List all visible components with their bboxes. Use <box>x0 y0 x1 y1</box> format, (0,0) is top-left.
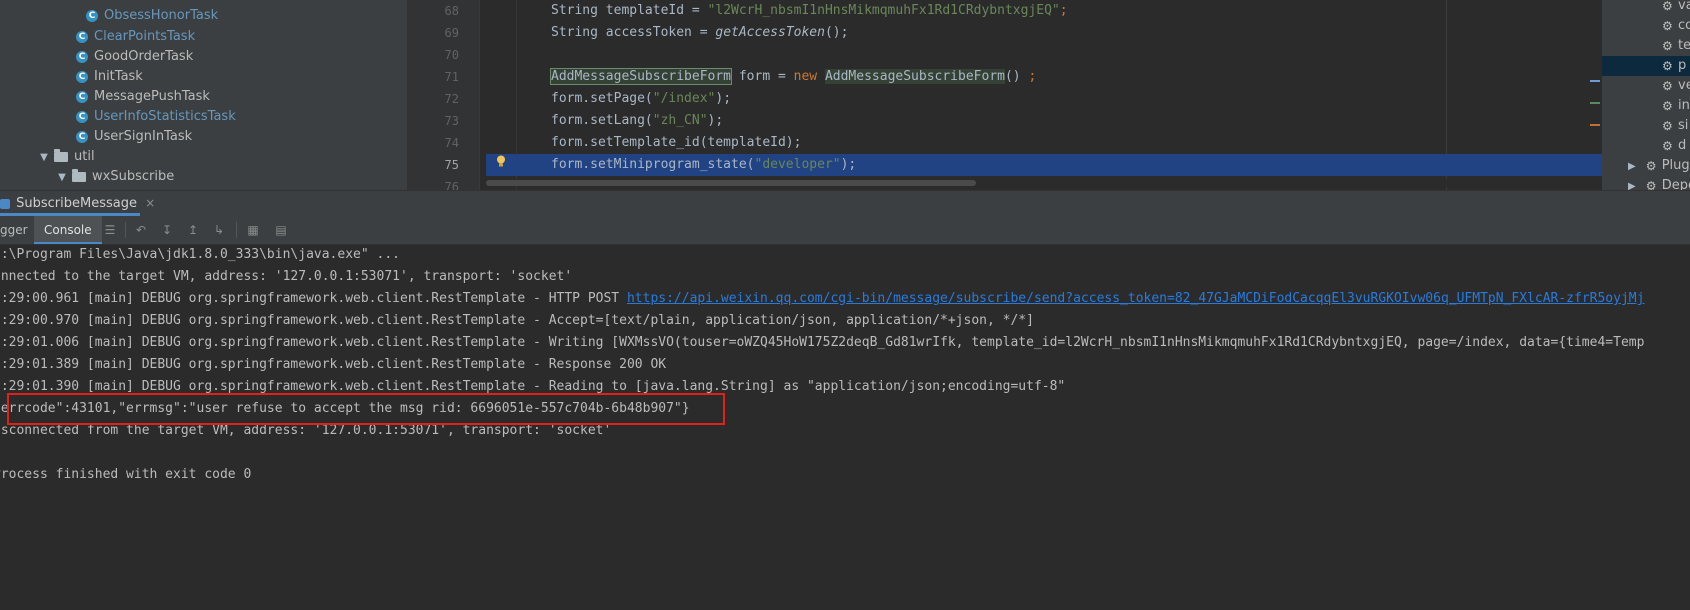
code-line[interactable]: form.setTemplate_id(templateId); <box>551 132 801 154</box>
class-icon: C <box>86 9 98 22</box>
structure-item-plugins[interactable]: ▶⚙Plugi <box>1602 156 1690 176</box>
console-line: 3:29:00.970 [main] DEBUG org.springframe… <box>0 313 1034 328</box>
tab-debugger[interactable]: gger <box>0 216 28 244</box>
line-number: 70 <box>444 48 459 62</box>
close-icon[interactable]: × <box>145 196 155 210</box>
structure-item[interactable]: ⚙ va <box>1602 0 1690 16</box>
line-number: 73 <box>444 114 459 128</box>
chevron-right-icon[interactable]: ▶ <box>1628 181 1636 190</box>
console-output[interactable]: C:\Program Files\Java\jdk1.8.0_333\bin\j… <box>0 245 1690 610</box>
gear-icon: ⚙ <box>1662 58 1673 73</box>
structure-item[interactable]: ⚙ in <box>1602 96 1690 116</box>
tree-item[interactable]: C UserInfoStatisticsTask <box>76 107 236 127</box>
class-icon: C <box>76 50 88 63</box>
structure-panel: ⚙va ⚙co ⚙te ⚙p ⚙ve ⚙in ⚙si ⚙d ▶⚙Plugi ▶⚙… <box>1602 0 1690 190</box>
chevron-right-icon[interactable]: ▶ <box>1628 161 1636 172</box>
scrollbar-thumb[interactable] <box>486 180 976 186</box>
console-line: 3:29:01.389 [main] DEBUG org.springframe… <box>0 357 667 372</box>
code-line[interactable]: form.setLang("zh_CN"); <box>551 110 723 132</box>
highlight-annotation-box <box>7 393 725 425</box>
restore-layout-icon[interactable]: ↶ <box>134 223 148 237</box>
gear-icon: ⚙ <box>1662 118 1673 133</box>
tree-item[interactable]: C UserSignInTask <box>76 127 192 147</box>
step-over-icon[interactable]: ↧ <box>160 223 174 237</box>
line-number: 68 <box>444 4 459 18</box>
structure-item-selected[interactable]: ⚙ p <box>1602 56 1690 76</box>
step-out-icon[interactable]: ↳ <box>212 223 226 237</box>
console-line: onnected to the target VM, address: '127… <box>0 269 573 284</box>
folder-icon <box>54 148 68 162</box>
plugin-icon: ⚙ <box>1645 158 1657 173</box>
code-line[interactable]: String templateId = "l2WcrH_nbsmI1nHnsMi… <box>551 0 1068 22</box>
class-icon: C <box>76 70 88 83</box>
dependency-icon: ⚙ <box>1645 178 1657 191</box>
tree-folder-wxsubscribe[interactable]: ▼ wxSubscribe <box>56 167 174 187</box>
api-url-link[interactable]: https://api.weixin.qq.com/cgi-bin/messag… <box>627 291 1644 306</box>
run-config-icon <box>0 198 10 209</box>
line-number-current: 75 <box>444 158 459 172</box>
console-line: 3:29:01.006 [main] DEBUG org.springframe… <box>0 335 1645 350</box>
gear-icon: ⚙ <box>1662 78 1673 93</box>
console-line: 3:29:00.961 [main] DEBUG org.springframe… <box>0 291 1645 306</box>
project-tree: C ObsessHonorTask C ClearPointsTask C GoodO… <box>0 0 407 190</box>
tab-console[interactable]: Console <box>34 216 102 244</box>
class-icon: C <box>76 110 88 123</box>
line-number: 72 <box>444 92 459 106</box>
line-number: 74 <box>444 136 459 150</box>
structure-item[interactable]: ⚙ te <box>1602 36 1690 56</box>
tree-item[interactable]: C MessagePushTask <box>76 87 210 107</box>
tree-item[interactable]: C GoodOrderTask <box>76 47 193 67</box>
line-number-gutter: 68 69 70 71 72 73 74 75 76 <box>407 0 480 194</box>
class-icon: C <box>76 30 88 43</box>
gear-icon: ⚙ <box>1662 138 1673 153</box>
menu-icon[interactable]: ☰ <box>103 223 117 237</box>
gear-icon: ⚙ <box>1662 0 1673 13</box>
toolbar-separator <box>125 222 126 238</box>
code-editor[interactable]: String templateId = "l2WcrH_nbsmI1nHnsMi… <box>486 0 1602 190</box>
structure-item-dependencies[interactable]: ▶⚙Depe <box>1602 176 1690 190</box>
editor-horizontal-scrollbar[interactable] <box>486 179 1464 187</box>
code-line[interactable]: form.setPage("/index"); <box>551 88 731 110</box>
tree-folder-util[interactable]: ▼ util <box>38 147 95 167</box>
gear-icon: ⚙ <box>1662 38 1673 53</box>
gear-icon: ⚙ <box>1662 98 1673 113</box>
code-line[interactable]: String accessToken = getAccessToken(); <box>551 22 848 44</box>
line-number: 71 <box>444 70 459 84</box>
table-view-icon[interactable]: ▦ <box>246 223 260 237</box>
settings-list-icon[interactable]: ▤ <box>274 223 288 237</box>
structure-item[interactable]: ⚙ co <box>1602 16 1690 36</box>
folder-icon <box>72 168 86 182</box>
structure-item[interactable]: ⚙ si <box>1602 116 1690 136</box>
toolbar-separator <box>236 222 237 238</box>
console-line: C:\Program Files\Java\jdk1.8.0_333\bin\j… <box>0 247 400 262</box>
chevron-down-icon[interactable]: ▼ <box>56 168 68 188</box>
console-toolbar: gger Console ☰ ↶ ↧ ↥ ↳ ▦ ▤ <box>0 216 1690 245</box>
chevron-down-icon[interactable]: ▼ <box>38 148 50 168</box>
class-icon: C <box>76 130 88 143</box>
lightbulb-icon[interactable] <box>496 155 506 167</box>
structure-item[interactable]: ⚙ ve <box>1602 76 1690 96</box>
tree-item[interactable]: C ObsessHonorTask <box>86 6 218 26</box>
tree-item[interactable]: C ClearPointsTask <box>76 27 195 47</box>
console-line: Process finished with exit code 0 <box>0 467 252 482</box>
structure-item[interactable]: ⚙ d <box>1602 136 1690 156</box>
line-number: 69 <box>444 26 459 40</box>
code-line-current[interactable]: form.setMiniprogram_state("developer"); <box>486 154 1602 176</box>
class-icon: C <box>76 90 88 103</box>
tree-item[interactable]: C InitTask <box>76 67 143 87</box>
editor-error-stripe[interactable] <box>1586 80 1600 126</box>
gear-icon: ⚙ <box>1662 18 1673 33</box>
step-into-icon[interactable]: ↥ <box>186 223 200 237</box>
run-tab-bar: SubscribeMessage × <box>0 190 1690 217</box>
code-line[interactable]: AddMessageSubscribeForm form = new AddMe… <box>549 66 1036 88</box>
